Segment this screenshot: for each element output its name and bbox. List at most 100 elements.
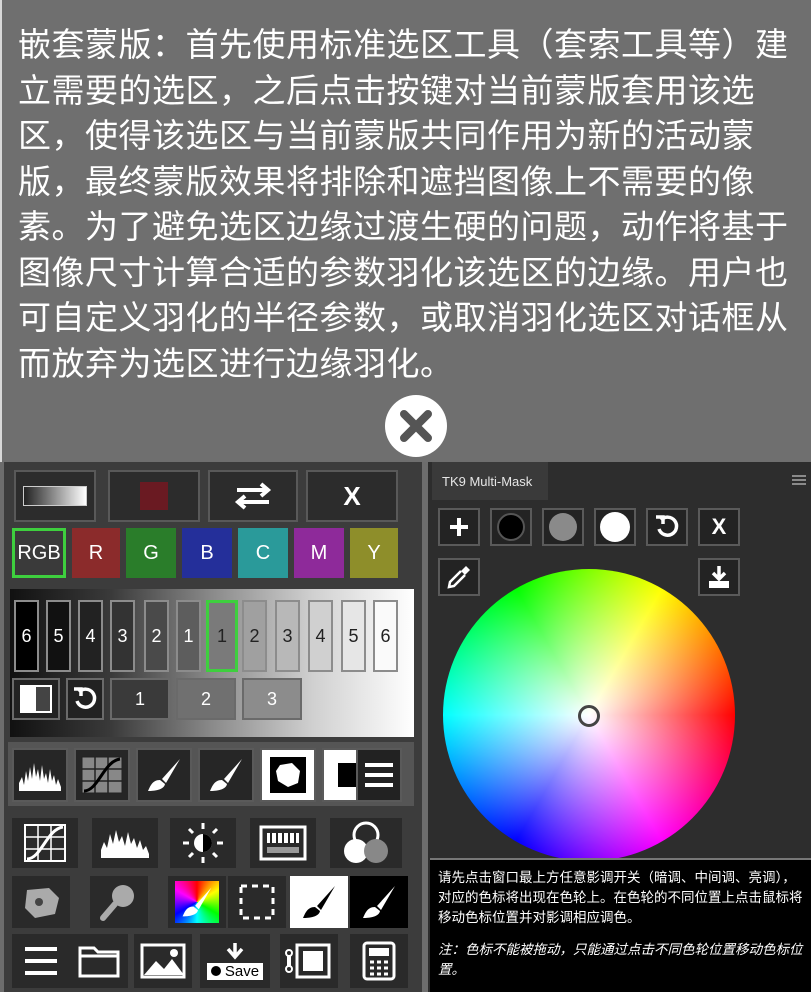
blob-icon [270,757,306,793]
download-icon [709,566,729,588]
gray-dot-icon [549,513,577,541]
open-folder-button[interactable] [70,934,128,988]
dodge-icon [100,885,134,921]
zone-light-3[interactable]: 3 [275,600,300,672]
calculator-button[interactable] [350,934,408,988]
folder-icon [78,946,120,978]
paint-black-button[interactable] [350,876,408,928]
curves-grid-icon [81,756,123,794]
exposure-button[interactable] [250,818,316,868]
download-arrow-icon [226,942,244,960]
zone-dark-1[interactable]: 1 [176,600,201,672]
color-marker-icon [578,705,600,727]
eyedropper-button[interactable] [438,558,480,596]
zone-dark-4[interactable]: 4 [78,600,103,672]
zone-label: 6 [21,625,32,646]
help-panel: 请先点击窗口最上方任意影调开关（暗调、中间调、亮调），对应的色标将出现在色轮上。… [430,858,811,992]
sharpen-button[interactable] [12,876,70,928]
marquee-button[interactable] [228,876,286,928]
histogram-button[interactable] [12,748,68,802]
invert-mask-button[interactable] [12,678,60,720]
zone-level-2-label: 2 [200,688,211,709]
zone-label: 1 [216,625,227,646]
zone-level-2-button[interactable]: 2 [176,678,236,720]
link-frame-button[interactable] [280,934,338,988]
plus-icon [450,518,468,536]
panel-menu-icon[interactable] [791,474,807,486]
channel-c-button[interactable]: C [238,528,288,578]
main-menu-button[interactable] [12,934,70,988]
save-label: Save [224,962,260,980]
reset-color-button[interactable] [646,508,688,546]
channel-rgb-label: RGB [17,541,61,564]
white-dot-icon [600,512,630,542]
close-panel-label: X [711,514,727,539]
select-subject-button[interactable] [260,748,316,802]
black-dot-icon [497,513,525,541]
zone-label: 1 [183,625,194,646]
zone-label: 2 [151,625,162,646]
zone-light-4[interactable]: 4 [308,600,333,672]
shadows-button[interactable] [490,508,532,546]
calculator-icon [362,941,396,981]
close-button[interactable] [385,395,447,457]
midtones-button[interactable] [542,508,584,546]
image-icon [140,943,186,979]
channel-y-button[interactable]: Y [350,528,398,578]
zone-dark-5[interactable]: 5 [46,600,71,672]
zone-level-3-button[interactable]: 3 [242,678,302,720]
multi-mask-left-panel: X RGB R G B C M Y 6 5 4 3 2 1 1 2 3 4 5 … [4,462,422,992]
clear-x-button[interactable]: X [306,470,398,522]
explanation-panel: 嵌套蒙版：首先使用标准选区工具（套索工具等）建立需要的选区，之后点击按键对当前蒙… [0,0,811,462]
channel-m-button[interactable]: M [294,528,344,578]
histogram-icon [19,763,61,791]
row1-menu-button[interactable] [356,748,402,802]
zone-light-1[interactable]: 1 [206,600,238,672]
zone-dark-3[interactable]: 3 [110,600,135,672]
channel-r-button[interactable]: R [72,528,120,578]
reset-button[interactable] [66,678,104,720]
multi-mask-right-panel: TK9 Multi-Mask X 请先点击窗口最上方任意影调开关（暗调、中间调、… [428,462,811,992]
brightness-button[interactable] [170,818,236,868]
half-square-icon [20,685,52,713]
zone-level-1-button[interactable]: 1 [110,678,170,720]
zone-light-2[interactable]: 2 [242,600,267,672]
swap-button[interactable] [208,470,298,522]
highlights-button[interactable] [594,508,636,546]
color-brush-button[interactable] [168,876,226,928]
zone-light-5[interactable]: 5 [341,600,366,672]
levels-button[interactable] [92,818,158,868]
zone-label: 4 [315,625,326,646]
white-brush-button[interactable] [198,748,254,802]
gradient-mask-button[interactable] [14,470,96,522]
menu-lines-icon [365,763,393,787]
channel-b-button[interactable]: B [182,528,232,578]
sun-half-icon [183,823,223,863]
apply-download-button[interactable] [698,558,740,596]
menu-lines-icon [25,947,57,975]
color-swatch-button[interactable] [108,470,200,522]
black-brush-icon [148,759,180,791]
zone-label: 6 [380,625,391,646]
close-panel-button[interactable]: X [698,508,740,546]
image-button[interactable] [134,934,192,988]
zone-light-6[interactable]: 6 [373,600,398,672]
curves-adjust-button[interactable] [12,818,78,868]
curves-button[interactable] [74,748,130,802]
channel-m-label: M [310,541,328,564]
channel-g-button[interactable]: G [126,528,176,578]
channel-rgb-button[interactable]: RGB [12,528,66,578]
dodge-button[interactable] [90,876,148,928]
color-blend-button[interactable] [330,818,402,868]
link-frame-icon [285,943,331,979]
black-brush-button[interactable] [136,748,192,802]
histogram-icon [101,830,149,858]
white-brush-icon [210,759,242,791]
zone-level-1-label: 1 [134,688,145,709]
add-button[interactable] [438,508,480,546]
panel-tab-title[interactable]: TK9 Multi-Mask [432,462,548,500]
zone-dark-6[interactable]: 6 [14,600,39,672]
zone-dark-2[interactable]: 2 [144,600,169,672]
paint-white-button[interactable] [290,876,348,928]
save-button[interactable]: Save [200,934,270,988]
